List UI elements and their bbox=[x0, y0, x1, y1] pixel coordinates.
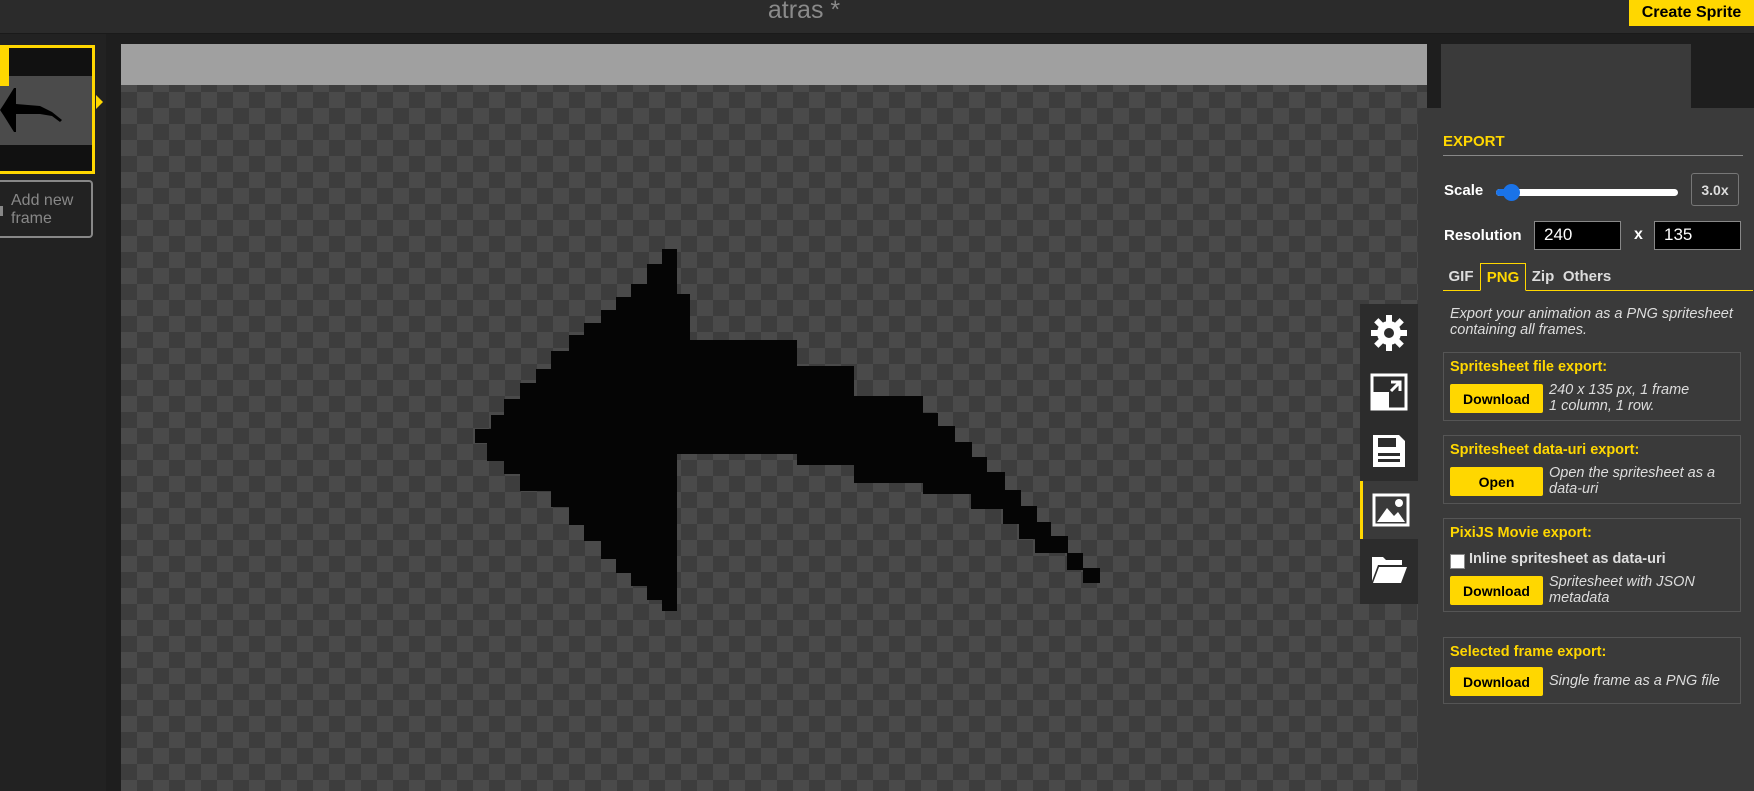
gear-icon bbox=[1371, 315, 1407, 351]
folder-open-icon bbox=[1372, 557, 1407, 583]
spritesheet-size-note: 240 x 135 px, 1 frame bbox=[1549, 382, 1690, 398]
resolution-x-separator: x bbox=[1634, 226, 1643, 243]
save-button[interactable] bbox=[1360, 422, 1418, 480]
spritesheet-layout-note: 1 column, 1 row. bbox=[1549, 398, 1655, 414]
data-uri-section: Spritesheet data-uri export: Open Open t… bbox=[1443, 435, 1741, 504]
settings-tool-strip bbox=[1360, 304, 1418, 604]
image-icon bbox=[1372, 493, 1409, 527]
data-uri-note: Open the spritesheet as a data-uri bbox=[1549, 465, 1716, 497]
pixijs-section: PixiJS Movie export: Inline spritesheet … bbox=[1443, 518, 1741, 612]
document-title: atras * bbox=[767, 0, 841, 24]
spritesheet-file-title: Spritesheet file export: bbox=[1450, 359, 1608, 375]
selected-frame-download-button[interactable]: Download bbox=[1450, 667, 1543, 696]
scale-slider[interactable] bbox=[1496, 184, 1678, 201]
resolution-label: Resolution bbox=[1444, 227, 1522, 244]
selected-frame-section: Selected frame export: Download Single f… bbox=[1443, 637, 1741, 704]
tab-gif[interactable]: GIF bbox=[1443, 263, 1479, 290]
spritesheet-file-section: Spritesheet file export: Download 240 x … bbox=[1443, 352, 1741, 421]
scale-label: Scale bbox=[1444, 182, 1484, 199]
pixijs-note: Spritesheet with JSON metadata bbox=[1549, 574, 1695, 606]
resolution-height-input[interactable]: 135 bbox=[1654, 221, 1741, 250]
frame-thumb-top bbox=[0, 48, 92, 76]
data-uri-title: Spritesheet data-uri export: bbox=[1450, 442, 1640, 458]
resize-button[interactable] bbox=[1360, 363, 1418, 421]
frame-selected-arrow-icon bbox=[96, 95, 103, 109]
scale-value: 3.0x bbox=[1691, 173, 1739, 206]
add-frame-label-line2: frame bbox=[11, 210, 52, 227]
scale-slider-thumb[interactable] bbox=[1503, 184, 1520, 201]
frames-panel: Add new frame bbox=[0, 34, 106, 791]
selected-frame-note: Single frame as a PNG file bbox=[1549, 673, 1720, 689]
resolution-width-input[interactable]: 240 bbox=[1534, 221, 1621, 250]
spritesheet-file-note: 240 x 135 px, 1 frame 1 column, 1 row. bbox=[1549, 382, 1739, 414]
export-button[interactable] bbox=[1360, 481, 1418, 539]
export-heading: EXPORT bbox=[1443, 133, 1743, 156]
frame-number-badge bbox=[0, 48, 9, 86]
settings-button[interactable] bbox=[1360, 304, 1418, 362]
preview-panel bbox=[1441, 44, 1691, 110]
spritesheet-download-button[interactable]: Download bbox=[1450, 384, 1543, 413]
inline-spritesheet-checkbox[interactable] bbox=[1450, 554, 1465, 569]
drawing-canvas[interactable] bbox=[121, 44, 1427, 791]
selected-frame-title: Selected frame export: bbox=[1450, 644, 1607, 660]
top-bar: atras * Create Sprite bbox=[0, 0, 1754, 34]
add-new-frame-button[interactable]: Add new frame bbox=[0, 180, 93, 238]
floppy-disk-icon bbox=[1373, 435, 1405, 467]
pixel-arrow-drawing bbox=[475, 249, 1100, 611]
png-export-description: Export your animation as a PNG spriteshe… bbox=[1450, 306, 1733, 338]
add-frame-label-line1: Add new bbox=[11, 192, 74, 209]
create-sprite-button[interactable]: Create Sprite bbox=[1629, 0, 1754, 26]
frame-thumb-preview bbox=[0, 76, 92, 145]
pixijs-title: PixiJS Movie export: bbox=[1450, 525, 1592, 541]
arrow-thumbnail-icon bbox=[0, 88, 62, 132]
resize-icon bbox=[1370, 373, 1408, 411]
export-format-tabs: GIF PNG Zip Others bbox=[1443, 263, 1753, 291]
frame-thumb-bottom bbox=[0, 145, 92, 171]
frame-thumbnail[interactable] bbox=[0, 45, 95, 174]
export-panel: EXPORT Scale 3.0x Resolution 240 x 135 G… bbox=[1418, 108, 1754, 791]
tab-png[interactable]: PNG bbox=[1480, 263, 1526, 291]
data-uri-open-button[interactable]: Open bbox=[1450, 467, 1543, 496]
plus-icon bbox=[0, 206, 3, 216]
tab-zip[interactable]: Zip bbox=[1527, 263, 1559, 290]
inline-spritesheet-label[interactable]: Inline spritesheet as data-uri bbox=[1469, 551, 1666, 567]
pixijs-download-button[interactable]: Download bbox=[1450, 576, 1543, 605]
tab-others[interactable]: Others bbox=[1559, 263, 1615, 290]
import-button[interactable] bbox=[1360, 540, 1418, 598]
